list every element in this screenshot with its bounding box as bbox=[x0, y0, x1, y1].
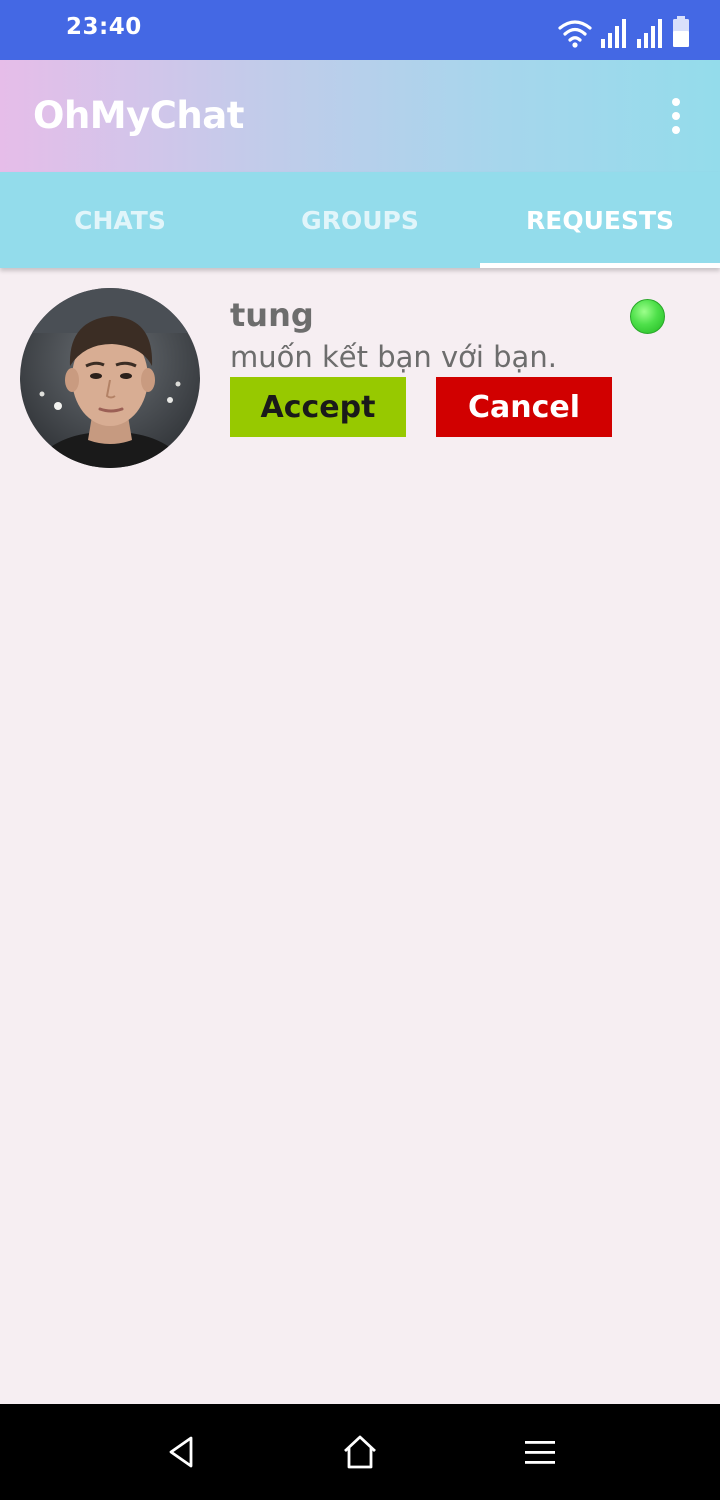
accept-button[interactable]: Accept bbox=[230, 377, 406, 437]
home-icon[interactable] bbox=[340, 1432, 380, 1472]
wifi-icon bbox=[558, 20, 592, 48]
tab-requests[interactable]: REQUESTS bbox=[480, 172, 720, 268]
menu-dot bbox=[672, 126, 680, 134]
cancel-button[interactable]: Cancel bbox=[436, 377, 612, 437]
tab-indicator bbox=[480, 263, 720, 268]
avatar[interactable] bbox=[20, 288, 200, 468]
request-name: tung bbox=[230, 296, 314, 334]
signal-icon bbox=[601, 19, 626, 48]
menu-dot bbox=[672, 98, 680, 106]
navigation-bar bbox=[0, 1404, 720, 1500]
status-bar: 23:40 bbox=[0, 0, 720, 60]
back-icon[interactable] bbox=[162, 1432, 202, 1472]
menu-dot bbox=[672, 112, 680, 120]
status-icons bbox=[558, 12, 690, 48]
app-bar: OhMyChat bbox=[0, 60, 720, 172]
request-message: muốn kết bạn với bạn. bbox=[230, 340, 557, 374]
menu-icon[interactable] bbox=[520, 1432, 560, 1472]
list-item: tung muốn kết bạn với bạn. Accept Cancel bbox=[0, 268, 720, 478]
more-vert-icon[interactable] bbox=[666, 98, 686, 134]
battery-icon bbox=[673, 16, 689, 47]
status-time: 23:40 bbox=[66, 14, 142, 40]
tab-bar: CHATS GROUPS REQUESTS bbox=[0, 172, 720, 268]
online-status-icon bbox=[630, 299, 665, 334]
tab-groups[interactable]: GROUPS bbox=[240, 172, 480, 268]
signal-icon bbox=[637, 19, 662, 48]
app-title: OhMyChat bbox=[33, 94, 244, 137]
tab-chats[interactable]: CHATS bbox=[0, 172, 240, 268]
